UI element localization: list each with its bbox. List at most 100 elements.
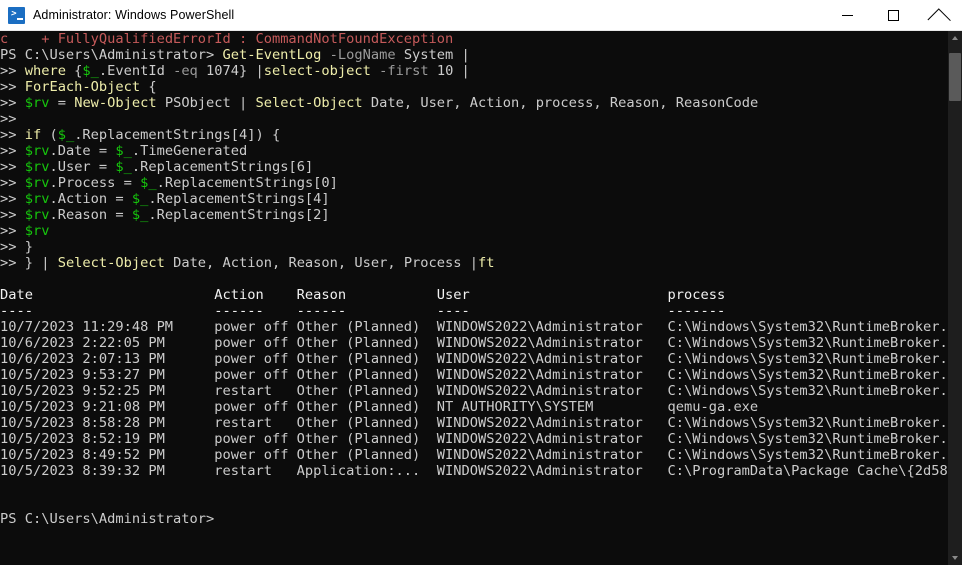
cell-process: C:\ProgramData\Package Cache\{2d5884d7-5… bbox=[667, 463, 948, 479]
cell-user: WINDOWS2022\Administrator bbox=[436, 367, 668, 383]
table-row: 10/5/2023 8:49:52 PM power off Other (Pl… bbox=[0, 447, 948, 463]
maximize-button[interactable] bbox=[870, 0, 916, 31]
command-line-1: >> where {$_.EventId -eq 1074} |select-o… bbox=[0, 63, 948, 79]
title-bar[interactable]: > Administrator: Windows PowerShell bbox=[0, 0, 962, 31]
cmd-seg-0: if bbox=[24, 127, 42, 143]
cmd-seg-0: $rv bbox=[24, 159, 50, 175]
cell-date: 10/5/2023 9:53:27 PM bbox=[0, 367, 215, 383]
cell-process: C:\Windows\System32\RuntimeBroker.exe (W… bbox=[667, 415, 948, 431]
cell-action: power off bbox=[214, 335, 297, 351]
command-line-8: >> $rv.Process = $_.ReplacementStrings[0… bbox=[0, 175, 948, 191]
column-header-date: Date bbox=[0, 287, 215, 303]
error-tail-line: c + FullyQualifiedErrorId : CommandNotFo… bbox=[0, 31, 948, 47]
table-row: 10/6/2023 2:22:05 PM power off Other (Pl… bbox=[0, 335, 948, 351]
cell-action: restart bbox=[214, 463, 297, 479]
cell-action: power off bbox=[214, 319, 297, 335]
cmd-seg-0: } bbox=[24, 239, 33, 255]
column-rule-date: ---- bbox=[0, 303, 215, 319]
cmd-seg-1: ( bbox=[41, 127, 58, 143]
column-rule-reason: ------ bbox=[296, 303, 437, 319]
cell-reason: Other (Planned) bbox=[296, 319, 437, 335]
cmd-seg-1: { bbox=[65, 63, 83, 79]
powershell-icon: > bbox=[8, 6, 25, 24]
blank-line-post-table-1 bbox=[0, 479, 948, 495]
cmd-seg-4: Select-Object bbox=[255, 95, 363, 111]
table-row: 10/5/2023 8:39:32 PM restart Application… bbox=[0, 463, 948, 479]
cell-action: power off bbox=[214, 367, 297, 383]
command-line-12: >> } bbox=[0, 239, 948, 255]
table-row: 10/5/2023 8:52:19 PM power off Other (Pl… bbox=[0, 431, 948, 447]
cmd-seg-3: System bbox=[395, 47, 462, 63]
cell-user: WINDOWS2022\Administrator bbox=[436, 383, 668, 399]
close-button[interactable] bbox=[916, 0, 962, 31]
column-header-user: User bbox=[436, 287, 668, 303]
cmd-seg-3: .ReplacementStrings[2] bbox=[148, 207, 330, 223]
prompt-text: >> bbox=[0, 127, 25, 143]
console-cursor bbox=[214, 511, 222, 525]
cell-action: power off bbox=[214, 351, 297, 367]
cell-process: C:\Windows\System32\RuntimeBroker.exe (W… bbox=[667, 335, 948, 351]
cmd-seg-0: where bbox=[24, 63, 66, 79]
prompt-text: >> bbox=[0, 143, 25, 159]
cmd-seg-1: .User = bbox=[49, 159, 116, 175]
window-title: Administrator: Windows PowerShell bbox=[33, 8, 235, 22]
column-header-reason: Reason bbox=[296, 287, 437, 303]
scroll-thumb[interactable] bbox=[949, 53, 961, 101]
scroll-up-arrow[interactable] bbox=[948, 31, 962, 45]
cmd-seg-1: .Action = bbox=[49, 191, 132, 207]
cell-process: C:\Windows\System32\RuntimeBroker.exe (W… bbox=[667, 447, 948, 463]
cell-date: 10/5/2023 8:52:19 PM bbox=[0, 431, 215, 447]
prompt-text: >> bbox=[0, 207, 25, 223]
error-text: + FullyQualifiedErrorId : CommandNotFoun… bbox=[8, 31, 454, 47]
command-line-11: >> $rv bbox=[0, 223, 948, 239]
close-icon bbox=[933, 9, 946, 22]
cmd-seg-0: $rv bbox=[24, 207, 50, 223]
prompt-text: PS C:\Users\Administrator> bbox=[0, 47, 223, 63]
prompt-text: >> bbox=[0, 95, 25, 111]
cell-date: 10/7/2023 11:29:48 PM bbox=[0, 319, 215, 335]
cmd-seg-0: Get-EventLog bbox=[222, 47, 322, 63]
cmd-seg-3: .TimeGenerated bbox=[131, 143, 248, 159]
cmd-seg-2: $_ bbox=[131, 207, 149, 223]
prompt-text: >> bbox=[0, 63, 25, 79]
cmd-seg-6: select-object bbox=[263, 63, 371, 79]
cmd-seg-2: $_ bbox=[131, 191, 149, 207]
cell-action: power off bbox=[214, 447, 297, 463]
cell-user: WINDOWS2022\Administrator bbox=[436, 463, 668, 479]
cell-date: 10/5/2023 8:58:28 PM bbox=[0, 415, 215, 431]
cmd-seg-7 bbox=[371, 63, 379, 79]
cell-date: 10/5/2023 9:21:08 PM bbox=[0, 399, 215, 415]
minimize-button[interactable] bbox=[824, 0, 870, 31]
cell-user: NT AUTHORITY\SYSTEM bbox=[436, 399, 668, 415]
cell-user: WINDOWS2022\Administrator bbox=[436, 319, 668, 335]
cmd-seg-0: $rv bbox=[24, 191, 50, 207]
cell-action: restart bbox=[214, 415, 297, 431]
window-controls bbox=[824, 0, 962, 31]
cell-user: WINDOWS2022\Administrator bbox=[436, 351, 668, 367]
cmd-seg-3: .ReplacementStrings[4] bbox=[148, 191, 330, 207]
cell-user: WINDOWS2022\Administrator bbox=[436, 447, 668, 463]
prompt-text: >> bbox=[0, 159, 25, 175]
blank-line-pre-table bbox=[0, 271, 948, 287]
cmd-seg-1: .Reason = bbox=[49, 207, 132, 223]
cmd-seg-0: $rv bbox=[24, 95, 50, 111]
scroll-down-arrow[interactable] bbox=[948, 551, 962, 565]
console-scrollbar[interactable] bbox=[948, 31, 962, 565]
cmd-seg-9: 10 | bbox=[428, 63, 470, 79]
cmd-seg-5: 1074} | bbox=[197, 63, 264, 79]
final-prompt-text: PS C:\Users\Administrator> bbox=[0, 511, 215, 527]
cell-reason: Other (Planned) bbox=[296, 367, 437, 383]
cmd-seg-1 bbox=[321, 47, 329, 63]
prompt-text: >> bbox=[0, 239, 25, 255]
cmd-seg-1: = bbox=[49, 95, 75, 111]
cmd-seg-2: $_ bbox=[82, 63, 99, 79]
console-surface[interactable]: c + FullyQualifiedErrorId : CommandNotFo… bbox=[0, 31, 962, 565]
cmd-seg-3: .ReplacementStrings[0] bbox=[156, 175, 338, 191]
cmd-seg-3: PSObject | bbox=[156, 95, 256, 111]
console-text-area[interactable]: c + FullyQualifiedErrorId : CommandNotFo… bbox=[0, 31, 948, 565]
table-header-row: Date Action Reason User process bbox=[0, 287, 948, 303]
cell-reason: Other (Planned) bbox=[296, 335, 437, 351]
cmd-seg-3: .EventId bbox=[98, 63, 174, 79]
powershell-window: > Administrator: Windows PowerShell c + … bbox=[0, 0, 962, 565]
clipped-glyph: c bbox=[0, 31, 9, 47]
